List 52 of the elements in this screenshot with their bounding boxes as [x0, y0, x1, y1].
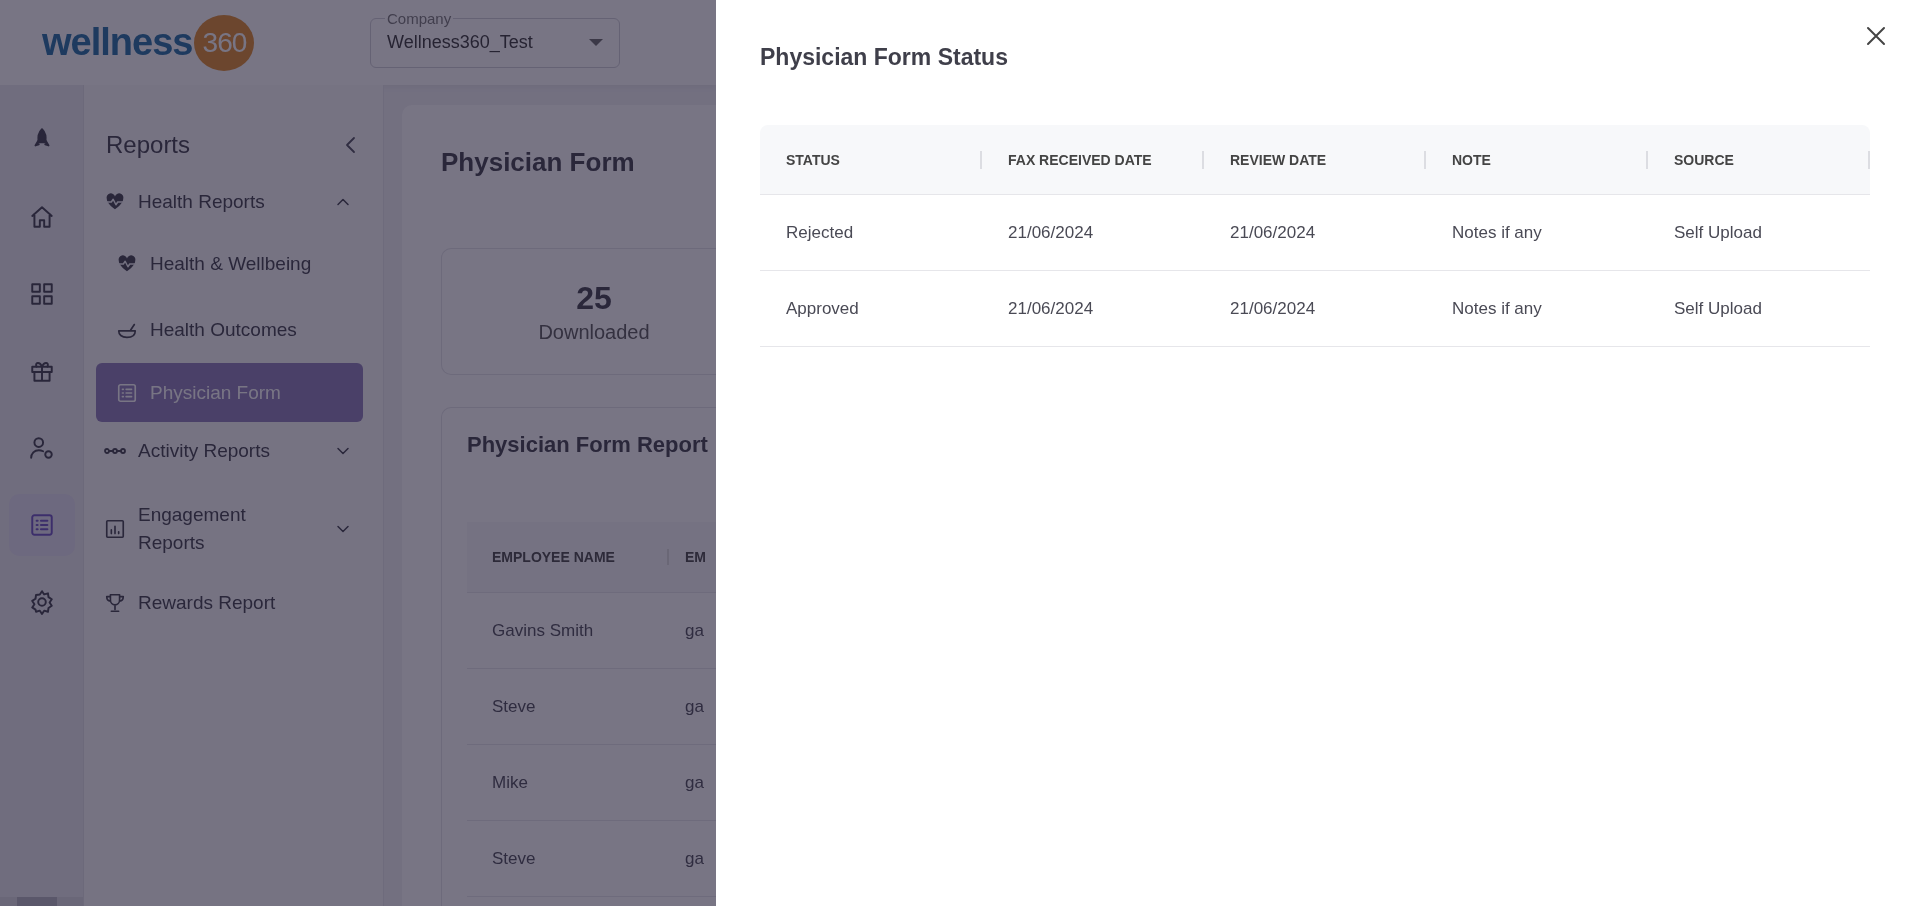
- table-cell-text: 21/06/2024: [1229, 298, 1317, 319]
- stat-value: 25: [576, 279, 612, 317]
- column-header: REVIEW DATE: [1230, 151, 1327, 168]
- table-cell-text: Steve: [491, 848, 537, 869]
- table-cell-text: 21/06/2024: [1007, 298, 1095, 319]
- table-cell-text: Self Upload: [1673, 298, 1763, 319]
- report-title: Physician Form Report: [467, 432, 709, 458]
- page-title: Physician Form: [441, 147, 636, 178]
- stat-label: Downloaded: [538, 320, 650, 344]
- sidebar-title: Reports: [106, 131, 191, 159]
- table-cell-text: ga: [684, 696, 705, 717]
- column-header: EMPLOYEE NAME: [491, 549, 616, 565]
- dots-icon: [104, 448, 126, 454]
- table-cell-text: Notes if any: [1451, 298, 1543, 319]
- sidebar-item[interactable]: Health Outcomes: [96, 297, 363, 363]
- user-gear-icon: [28, 435, 55, 461]
- grid-icon: [28, 281, 55, 307]
- sidebar-item[interactable]: Health Reports: [96, 173, 363, 231]
- table-cell-text: ga: [684, 772, 705, 793]
- list-icon: [28, 512, 55, 538]
- drawer-title: Physician Form Status: [760, 44, 1008, 71]
- column-header: NOTE: [1452, 151, 1491, 168]
- sidebar-item[interactable]: Rewards Report: [96, 574, 363, 632]
- table-cell-text: Approved: [785, 298, 860, 319]
- table-cell-text: Self Upload: [1673, 222, 1763, 243]
- column-header: EM: [667, 549, 707, 565]
- list-icon: [116, 381, 138, 404]
- sidebar-item[interactable]: Activity Reports: [96, 422, 363, 480]
- table-cell-text: Rejected: [785, 222, 855, 243]
- table-cell-text: ga: [684, 848, 705, 869]
- table-cell-text: 21/06/2024: [1229, 222, 1317, 243]
- table-cell-text: 21/06/2024: [1007, 222, 1095, 243]
- column-header: FAX RECEIVED DATE: [1008, 151, 1152, 168]
- sidebar-item[interactable]: Health & Wellbeing: [96, 231, 363, 297]
- trophy-icon: [104, 592, 126, 614]
- sidebar-item[interactable]: Engagement Reports: [96, 484, 363, 574]
- rail-button[interactable]: [8, 494, 75, 556]
- scrollbar[interactable]: [0, 897, 83, 906]
- table-cell-text: ga: [684, 620, 705, 641]
- home-icon: [28, 204, 55, 230]
- table-cell-text: Gavins Smith: [491, 620, 595, 641]
- table-cell-text: Mike: [491, 772, 529, 793]
- close-button[interactable]: [1864, 24, 1888, 48]
- column-header: STATUS: [786, 151, 840, 168]
- column-header: SOURCE: [1674, 151, 1734, 168]
- table-cell-text: Steve: [491, 696, 537, 717]
- backdrop[interactable]: [0, 0, 716, 906]
- gear-icon: [28, 589, 55, 615]
- bar-chart-icon: [104, 518, 126, 540]
- table-cell-text: Notes if any: [1451, 222, 1543, 243]
- logo-text: wellness: [42, 21, 193, 64]
- logo-badge: 360: [194, 14, 255, 71]
